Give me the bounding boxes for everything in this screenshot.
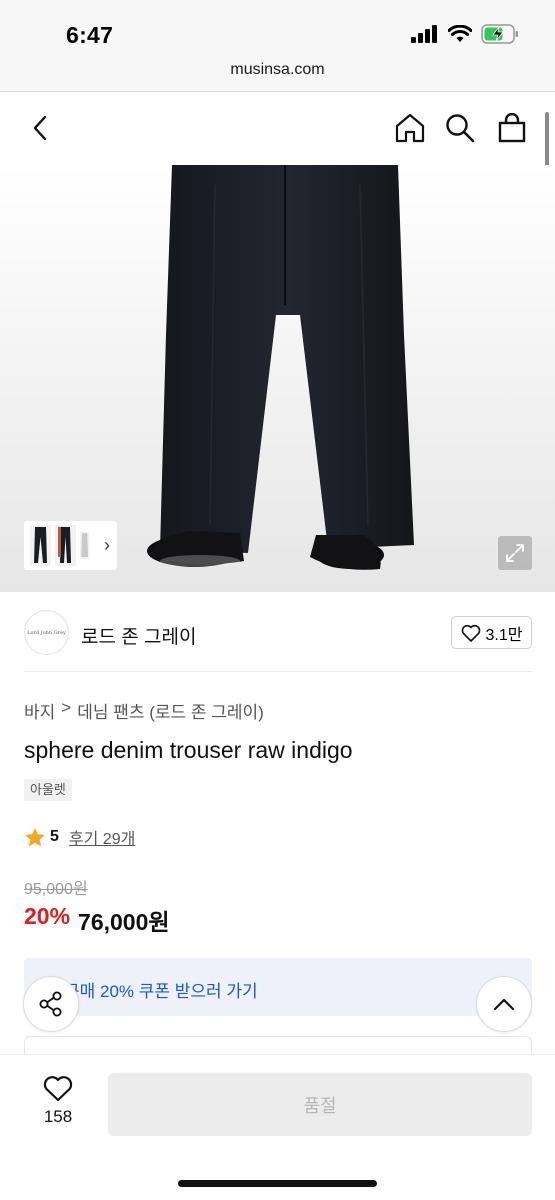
back-button[interactable] xyxy=(22,110,58,146)
rating-score: 5 xyxy=(50,828,59,845)
cart-button[interactable] xyxy=(494,110,530,146)
review-link[interactable]: 후기 29개 xyxy=(69,825,135,849)
heart-icon xyxy=(43,1076,73,1102)
expand-image-button[interactable] xyxy=(498,536,532,570)
bottom-bar: 158 품절 xyxy=(0,1054,555,1200)
thumbnail-1[interactable] xyxy=(30,525,51,566)
sold-out-button[interactable]: 품절 xyxy=(108,1073,532,1136)
breadcrumb: 바지 > 데님 팬츠 (로드 존 그레이) xyxy=(24,698,264,723)
share-icon xyxy=(39,991,62,1017)
heart-icon xyxy=(461,624,480,642)
product-image[interactable]: › xyxy=(0,165,555,592)
brand-name[interactable]: 로드 존 그레이 xyxy=(81,622,196,649)
original-price: 95,000원 xyxy=(24,881,88,898)
status-bar: 6:47 xyxy=(0,0,555,52)
wifi-icon xyxy=(448,25,472,42)
breadcrumb-separator: > xyxy=(61,698,72,717)
breadcrumb-category[interactable]: 바지 xyxy=(24,698,55,723)
wishlist-count: 158 xyxy=(43,1107,73,1126)
brand-logo-text: Lord John Grey xyxy=(27,629,66,636)
brand-like-button[interactable]: 3.1만 xyxy=(451,616,532,649)
thumbnail-2[interactable] xyxy=(55,525,76,566)
home-button[interactable] xyxy=(392,110,428,146)
coupon-text: 구매 20% 쿠폰 받으러 가기 xyxy=(64,982,258,1001)
home-indicator xyxy=(178,1180,377,1187)
home-icon xyxy=(395,113,425,143)
chevron-up-icon xyxy=(493,998,515,1011)
sale-price: 76,000원 xyxy=(78,909,170,935)
brand-like-count: 3.1만 xyxy=(485,626,523,644)
url-text: musinsa.com xyxy=(230,61,325,78)
price-row: 20% 76,000원 xyxy=(24,903,170,937)
chevron-left-icon xyxy=(33,115,47,141)
signal-icon xyxy=(411,25,437,43)
brand-logo[interactable]: Lord John Grey xyxy=(24,610,69,655)
nav-bar xyxy=(0,92,555,165)
share-button[interactable] xyxy=(23,976,79,1032)
thumbnail-3[interactable] xyxy=(80,525,94,566)
breadcrumb-subcategory[interactable]: 데님 팬츠 (로드 존 그레이) xyxy=(77,698,264,723)
wishlist-button[interactable]: 158 xyxy=(30,1075,86,1135)
star-icon xyxy=(25,827,45,846)
url-bar[interactable]: musinsa.com xyxy=(0,52,555,92)
chevron-right-icon[interactable]: › xyxy=(104,535,110,556)
status-icons xyxy=(411,24,519,44)
thumbnail-strip[interactable]: › xyxy=(24,521,117,570)
discount-rate: 20% xyxy=(24,903,71,929)
expand-icon xyxy=(506,544,524,562)
rating-row: 5 후기 29개 xyxy=(24,825,135,849)
shopping-bag-icon xyxy=(498,113,526,143)
scroll-top-button[interactable] xyxy=(476,976,532,1032)
search-icon xyxy=(446,114,475,143)
product-title: sphere denim trouser raw indigo xyxy=(24,737,353,763)
divider xyxy=(24,671,532,672)
brand-row: Lord John Grey 로드 존 그레이 3.1만 xyxy=(0,592,555,672)
coupon-banner[interactable]: 구매 20% 쿠폰 받으러 가기 xyxy=(24,958,532,1016)
battery-icon xyxy=(481,24,518,44)
outlet-badge: 아울렛 xyxy=(24,779,72,801)
status-time: 6:47 xyxy=(66,22,114,48)
search-button[interactable] xyxy=(442,110,478,146)
